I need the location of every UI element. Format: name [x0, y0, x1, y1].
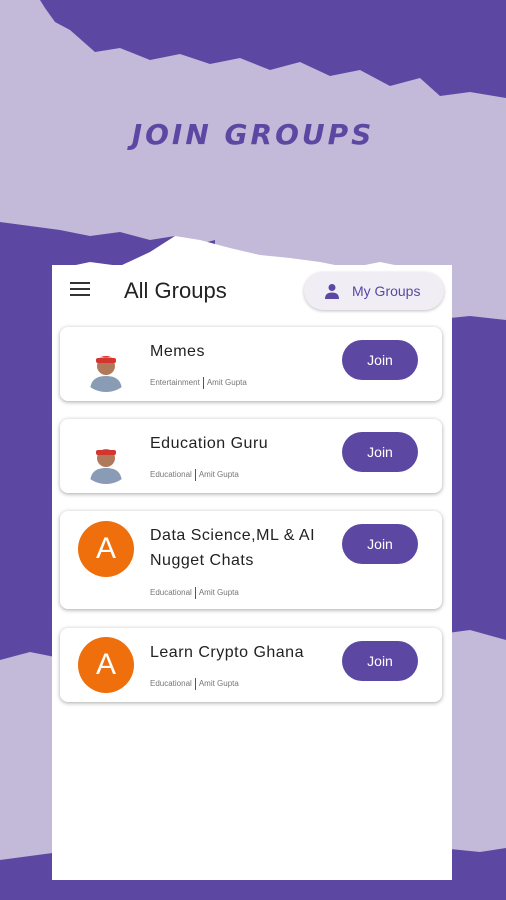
group-card-memes[interactable]: Memes Entertainment Amit Gupta Join: [60, 327, 442, 401]
group-avatar: A: [78, 637, 134, 693]
group-meta: Educational Amit Gupta: [150, 469, 239, 481]
meta-divider: [194, 587, 196, 599]
join-button[interactable]: Join: [342, 524, 418, 564]
person-icon: [325, 284, 339, 299]
group-avatar: [78, 428, 134, 484]
join-button[interactable]: Join: [342, 641, 418, 681]
group-card-education-guru[interactable]: Education Guru Educational Amit Gupta Joi…: [60, 419, 442, 493]
meta-divider: [194, 469, 196, 481]
my-groups-label: My Groups: [352, 283, 421, 299]
page-title: All Groups: [124, 278, 227, 303]
group-owner: Amit Gupta: [206, 378, 247, 388]
meta-divider: [194, 678, 196, 690]
join-button[interactable]: Join: [342, 340, 418, 380]
group-name: Memes: [150, 343, 205, 360]
group-card-learn-crypto[interactable]: A Learn Crypto Ghana Educational Amit Gup…: [60, 628, 442, 702]
group-name: Learn Crypto Ghana: [150, 644, 304, 661]
group-meta: Educational Amit Gupta: [150, 587, 239, 599]
group-meta: Educational Amit Gupta: [150, 678, 239, 690]
group-category: Educational: [150, 470, 192, 480]
promo-title: JOIN GROUPS: [131, 118, 375, 151]
group-category: Educational: [150, 588, 192, 598]
join-button[interactable]: Join: [342, 432, 418, 472]
meta-divider: [202, 377, 204, 389]
group-owner: Amit Gupta: [198, 588, 239, 598]
person-photo-icon: [78, 428, 134, 484]
group-avatar: [78, 336, 134, 392]
group-owner: Amit Gupta: [198, 679, 239, 689]
person-photo-icon: [78, 336, 134, 392]
group-category: Entertainment: [150, 378, 200, 388]
group-name: Education Guru: [150, 435, 269, 452]
group-meta: Entertainment Amit Gupta: [150, 377, 247, 389]
group-owner: Amit Gupta: [198, 470, 239, 480]
group-card-data-science[interactable]: A Data Science,ML & AI Nugget Chats Educ…: [60, 511, 442, 609]
app-panel: All Groups My Groups Memes Entertainment…: [52, 265, 452, 880]
top-app-bar: All Groups My Groups: [52, 265, 452, 317]
my-groups-button[interactable]: My Groups: [304, 272, 444, 310]
group-name: Data Science,ML & AI Nugget Chats: [150, 527, 316, 569]
menu-icon[interactable]: [70, 282, 90, 298]
group-avatar: A: [78, 521, 134, 577]
group-category: Educational: [150, 679, 192, 689]
